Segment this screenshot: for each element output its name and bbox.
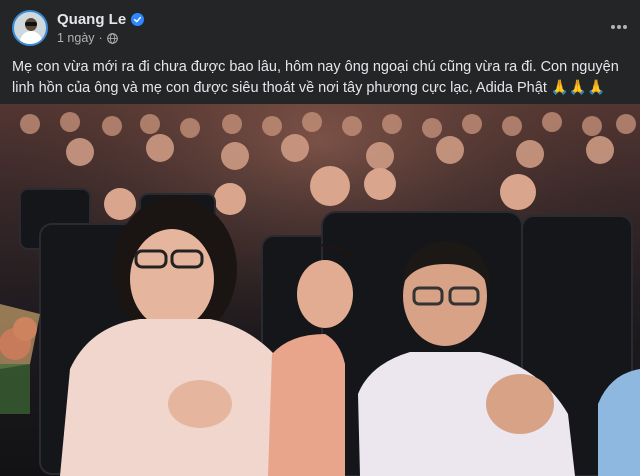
separator-dot: · — [98, 31, 103, 45]
post-header: Quang Le 1 ngày · — [0, 0, 640, 56]
name-row: Quang Le — [57, 11, 145, 28]
audience-photo-illustration — [0, 104, 640, 476]
post-caption: Mẹ con vừa mới ra đi chưa được bao lâu, … — [12, 59, 619, 96]
author-name[interactable]: Quang Le — [57, 11, 126, 28]
globe-icon[interactable] — [106, 32, 118, 44]
post-meta: Quang Le 1 ngày · — [57, 11, 145, 45]
facebook-post: Quang Le 1 ngày · Mẹ con vừa mới ra đi c… — [0, 0, 640, 476]
verified-badge-icon — [131, 13, 145, 26]
author-avatar[interactable] — [12, 10, 48, 46]
post-photo[interactable] — [0, 104, 640, 476]
more-options-icon[interactable] — [606, 16, 632, 38]
post-timestamp[interactable]: 1 ngày — [57, 31, 95, 45]
time-row: 1 ngày · — [57, 31, 144, 45]
